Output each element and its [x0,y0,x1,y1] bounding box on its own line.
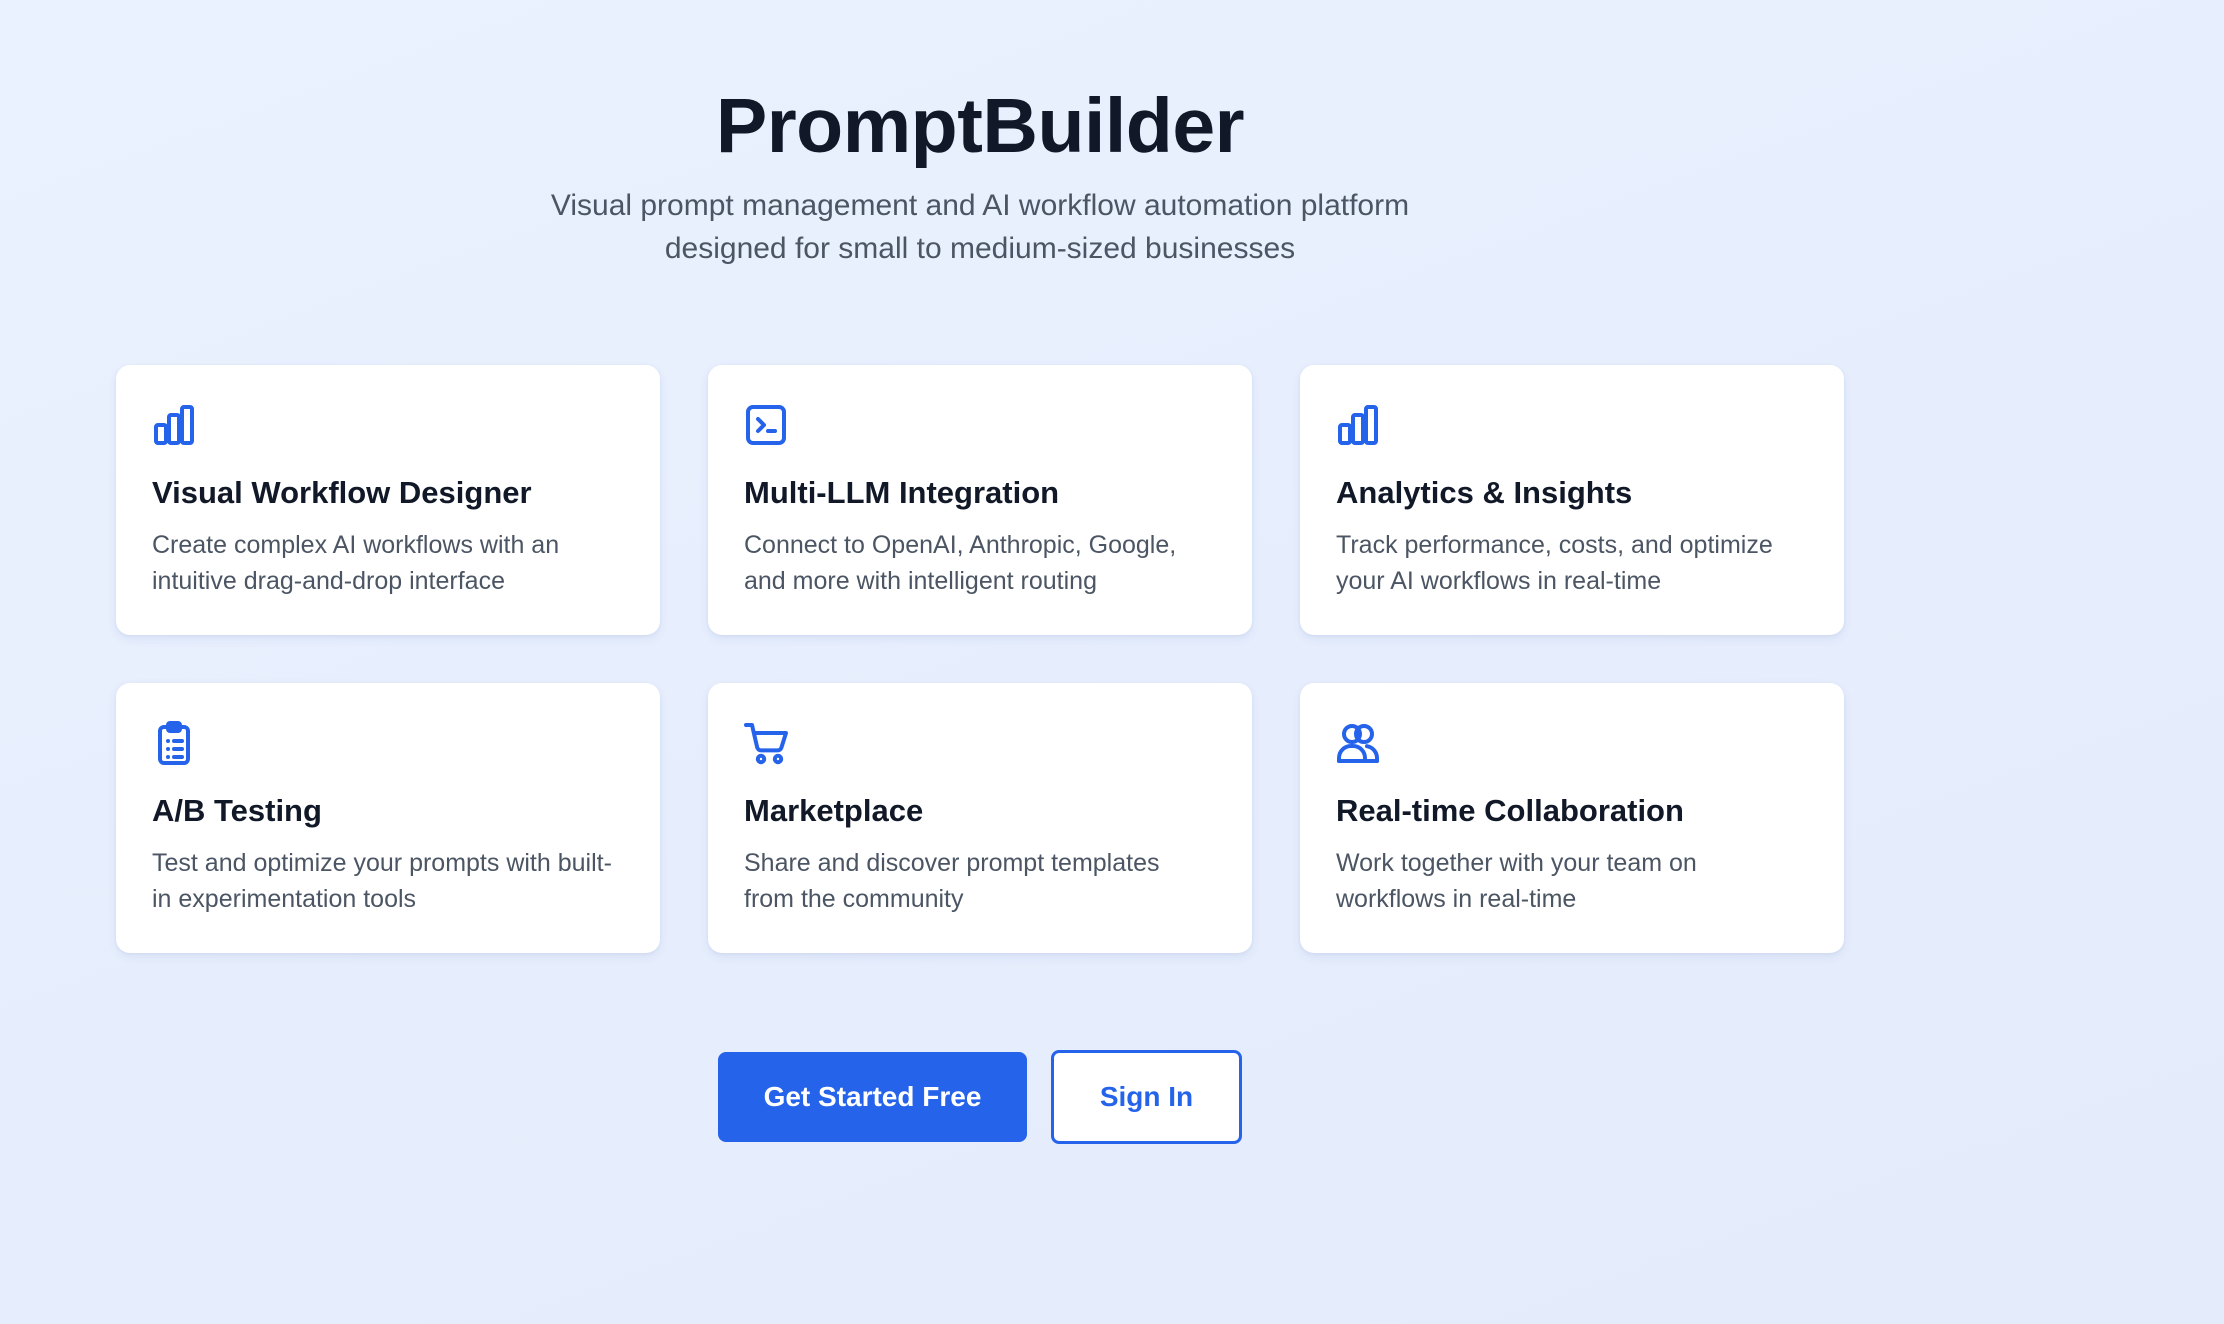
subtitle-line-1: Visual prompt management and AI workflow… [550,189,1410,222]
page-subtitle: Visual prompt management and AI workflow… [480,184,1480,270]
feature-description: Connect to OpenAI, Anthropic, Google, an… [744,531,1177,595]
sign-in-button[interactable]: Sign In [1051,1050,1242,1144]
feature-card-visual-workflow-designer: Visual Workflow Designer Create complex … [116,365,660,635]
feature-card-multi-llm-integration: Multi-LLM Integration Connect to OpenAI,… [708,365,1252,635]
feature-description: Share and discover prompt templates from… [744,849,1160,913]
bar-chart-icon [150,401,198,449]
feature-card-real-time-collaboration: Real-time Collaboration Work together wi… [1300,683,1844,953]
feature-title: Multi-LLM Integration [744,475,1060,510]
feature-title: Marketplace [744,793,924,828]
feature-title: Analytics & Insights [1336,475,1633,510]
shopping-cart-icon [742,719,790,767]
get-started-button[interactable]: Get Started Free [718,1052,1027,1142]
feature-card-ab-testing: A/B Testing Test and optimize your promp… [116,683,660,953]
page-title: PromptBuilder [715,83,1245,169]
feature-title: A/B Testing [152,793,322,828]
feature-card-marketplace: Marketplace Share and discover prompt te… [708,683,1252,953]
feature-description: Work together with your team on workflow… [1336,849,1697,913]
terminal-icon [742,401,790,449]
feature-description: Create complex AI workflows with an intu… [152,531,560,595]
users-icon [1334,719,1382,767]
feature-description: Test and optimize your prompts with buil… [152,849,612,913]
feature-card-analytics-insights: Analytics & Insights Track performance, … [1300,365,1844,635]
feature-title: Visual Workflow Designer [152,475,532,510]
feature-description: Track performance, costs, and optimize y… [1336,531,1773,595]
bar-chart-icon [1334,401,1382,449]
subtitle-line-2: designed for small to medium-sized busin… [664,232,1296,265]
feature-title: Real-time Collaboration [1336,793,1684,828]
clipboard-list-icon [150,719,198,767]
